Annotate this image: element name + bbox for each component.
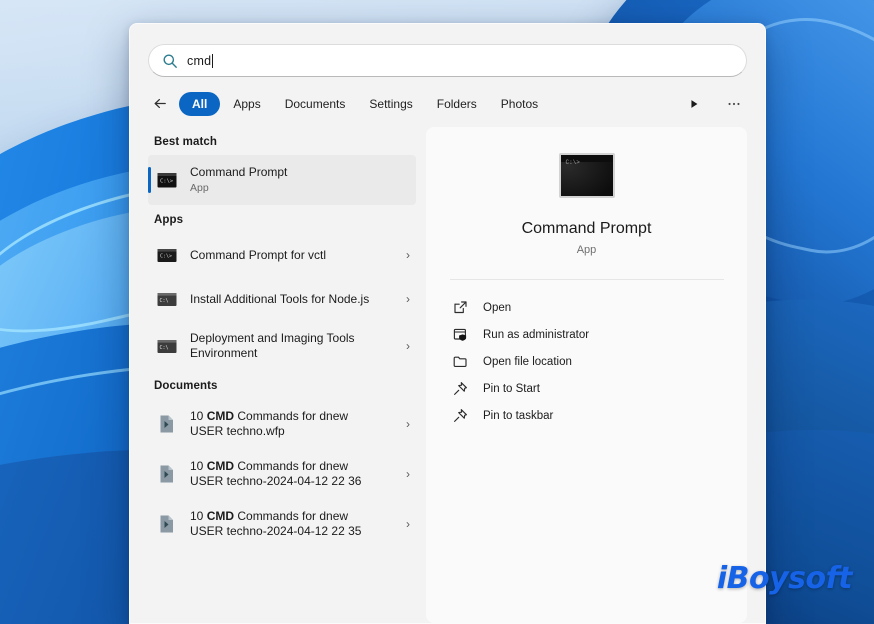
action-open[interactable]: Open: [452, 294, 747, 321]
group-heading-documents: Documents: [148, 371, 416, 399]
panel-body: Best match C:\> Command Prompt App: [130, 121, 765, 623]
result-text: 10 CMD Commands for dnew USER techno-202…: [190, 459, 396, 489]
result-text: Install Additional Tools for Node.js: [190, 292, 396, 307]
result-text: Deployment and Imaging Tools Environment: [190, 331, 396, 361]
result-subtitle: App: [190, 181, 410, 195]
result-row-install-additional-tools[interactable]: C:\ Install Additional Tools for Node.js…: [148, 277, 416, 321]
search-input-value: cmd: [187, 54, 211, 68]
shield-window-icon: [452, 326, 469, 343]
result-title-line1: 10 CMD Commands for dnew: [190, 459, 396, 474]
selection-indicator: [148, 167, 151, 193]
result-row-document-1[interactable]: 10 CMD Commands for dnew USER techno.wfp…: [148, 399, 416, 449]
group-heading-apps: Apps: [148, 205, 416, 233]
action-label: Open file location: [483, 356, 572, 368]
chevron-right-icon[interactable]: ›: [396, 417, 410, 431]
search-input[interactable]: cmd: [148, 44, 747, 77]
preview-title: Command Prompt: [522, 220, 652, 238]
result-title: Command Prompt for vctl: [190, 248, 396, 263]
result-title: Command Prompt: [190, 165, 410, 180]
tab-folders[interactable]: Folders: [426, 92, 488, 116]
result-row-document-3[interactable]: 10 CMD Commands for dnew USER techno-202…: [148, 499, 416, 549]
tab-all[interactable]: All: [179, 92, 220, 116]
action-run-as-administrator[interactable]: Run as administrator: [452, 321, 747, 348]
result-text: 10 CMD Commands for dnew USER techno-202…: [190, 509, 396, 539]
preview-subtitle: App: [577, 244, 597, 256]
chevron-right-icon[interactable]: ›: [396, 292, 410, 306]
action-open-file-location[interactable]: Open file location: [452, 348, 747, 375]
search-icon: [162, 53, 178, 69]
tab-apps[interactable]: Apps: [222, 92, 271, 116]
result-row-command-prompt[interactable]: C:\> Command Prompt App: [148, 155, 416, 205]
start-search-panel: cmd All Apps Documents Settings Folders …: [129, 23, 766, 624]
console-prompt-text: C:\>: [566, 159, 580, 166]
action-pin-to-start[interactable]: Pin to Start: [452, 375, 747, 402]
tab-photos[interactable]: Photos: [490, 92, 549, 116]
console-black-icon: C:\>: [156, 244, 178, 266]
console-black-icon: C:\>: [156, 169, 178, 191]
result-row-document-2[interactable]: 10 CMD Commands for dnew USER techno-202…: [148, 449, 416, 499]
document-icon: [156, 463, 178, 485]
chevron-right-icon[interactable]: ›: [396, 467, 410, 481]
folder-icon: [452, 353, 469, 370]
preview-pane: C:\> Command Prompt App: [426, 127, 747, 623]
tab-documents[interactable]: Documents: [274, 92, 357, 116]
open-external-icon: [452, 299, 469, 316]
result-title-line1: 10 CMD Commands for dnew: [190, 509, 396, 524]
result-row-deployment-imaging-tools[interactable]: C:\ Deployment and Imaging Tools Environ…: [148, 321, 416, 371]
text-caret: [212, 54, 213, 68]
group-heading-best-match: Best match: [148, 127, 416, 155]
svg-text:C:\>: C:\>: [160, 179, 174, 185]
result-title: Install Additional Tools for Node.js: [190, 292, 396, 307]
action-label: Open: [483, 302, 511, 314]
back-button[interactable]: [148, 92, 172, 116]
result-text: Command Prompt for vctl: [190, 248, 396, 263]
iboysoft-watermark: iBoysoft: [717, 561, 852, 596]
action-pin-to-taskbar[interactable]: Pin to taskbar: [452, 402, 747, 429]
result-title-line2: USER techno-2024-04-12 22 35: [190, 524, 396, 539]
ellipsis-icon[interactable]: [721, 91, 747, 117]
console-black-large-icon: C:\>: [559, 153, 615, 198]
action-label: Pin to Start: [483, 383, 540, 395]
tab-settings[interactable]: Settings: [358, 92, 423, 116]
chevron-right-icon[interactable]: ›: [396, 339, 410, 353]
chevron-right-icon[interactable]: ›: [396, 248, 410, 262]
result-title: Deployment and Imaging Tools Environment: [190, 331, 396, 361]
result-title-line2: USER techno-2024-04-12 22 36: [190, 474, 396, 489]
document-icon: [156, 413, 178, 435]
result-row-command-prompt-vctl[interactable]: C:\> Command Prompt for vctl ›: [148, 233, 416, 277]
svg-text:C:\>: C:\>: [160, 254, 172, 260]
results-list: Best match C:\> Command Prompt App: [130, 127, 422, 623]
console-gray-icon: C:\: [156, 335, 178, 357]
play-triangle-icon[interactable]: [681, 91, 707, 117]
result-text: Command Prompt App: [190, 165, 410, 195]
document-icon: [156, 513, 178, 535]
console-gray-icon: C:\: [156, 288, 178, 310]
result-title-line1: 10 CMD Commands for dnew: [190, 409, 396, 424]
desktop-background: cmd All Apps Documents Settings Folders …: [0, 0, 874, 624]
search-area: cmd: [130, 24, 765, 77]
preview-actions: Open Run as administrator: [426, 280, 747, 429]
chevron-right-icon[interactable]: ›: [396, 517, 410, 531]
action-label: Run as administrator: [483, 329, 589, 341]
action-label: Pin to taskbar: [483, 410, 553, 422]
pin-icon: [452, 380, 469, 397]
svg-text:C:\: C:\: [160, 298, 169, 304]
result-title-line2: USER techno.wfp: [190, 424, 396, 439]
pin-icon: [452, 407, 469, 424]
filter-tab-row: All Apps Documents Settings Folders Phot…: [130, 77, 765, 121]
result-text: 10 CMD Commands for dnew USER techno.wfp: [190, 409, 396, 439]
svg-text:C:\: C:\: [160, 345, 169, 351]
